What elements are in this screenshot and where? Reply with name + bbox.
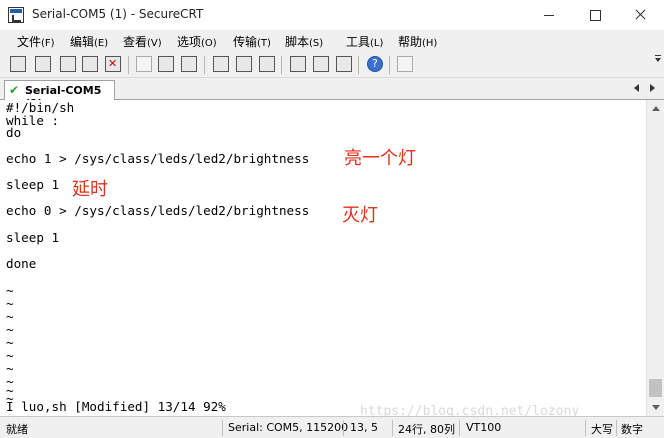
status-cursor-position: 13, 5	[350, 421, 378, 434]
session-tab[interactable]: ✔ Serial-COM5 (1)	[4, 80, 115, 110]
tab-scroll-right-icon[interactable]	[650, 84, 655, 92]
quick-connect-icon[interactable]	[35, 56, 51, 72]
title-bar: Serial-COM5 (1) - SecureCRT	[0, 0, 664, 30]
terminal-area[interactable]: #!/bin/sh while : do echo 1 > /sys/class…	[0, 100, 646, 416]
status-separator	[222, 420, 223, 436]
toolbar-overflow-icon[interactable]	[655, 55, 661, 62]
menu-help-label: 帮助	[398, 35, 423, 49]
menu-tools-label: 工具	[346, 35, 371, 49]
connect-in-tab-icon[interactable]	[60, 56, 76, 72]
terminal-line: echo 1 > /sys/class/leds/led2/brightness	[6, 151, 310, 166]
menu-edit[interactable]: 编辑(E)	[70, 33, 108, 50]
status-separator	[616, 420, 617, 436]
menu-script-label: 脚本	[285, 35, 310, 49]
menu-file[interactable]: 文件(F)	[17, 33, 55, 50]
menu-edit-label: 编辑	[70, 35, 95, 49]
status-separator	[392, 420, 393, 436]
annotation-led-on: 亮一个灯	[344, 148, 416, 169]
menu-tools-accel: (L)	[370, 38, 384, 49]
status-caps: 大写	[591, 423, 613, 436]
session-options-icon[interactable]	[290, 56, 306, 72]
annotation-led-off: 灭灯	[342, 205, 378, 226]
menu-transfer[interactable]: 传输(T)	[233, 33, 271, 50]
menu-edit-accel: (E)	[94, 38, 109, 49]
annotation-delay: 延时	[72, 179, 108, 200]
session-tab-strip: ✔ Serial-COM5 (1)	[0, 78, 664, 110]
toolbar-separator	[389, 56, 390, 74]
menu-options[interactable]: 选项(O)	[177, 33, 217, 50]
print-setup-icon[interactable]	[259, 56, 275, 72]
status-num: 数字	[621, 423, 643, 436]
status-bar: 就绪 Serial: COM5, 115200 13, 5 24行, 80列 V…	[0, 416, 664, 438]
scroll-down-icon[interactable]	[652, 405, 660, 410]
connected-check-icon: ✔	[9, 83, 20, 97]
menu-view[interactable]: 查看(V)	[123, 33, 162, 50]
menu-file-label: 文件	[17, 35, 42, 49]
reconnect-icon[interactable]	[82, 56, 98, 72]
menu-file-accel: (F)	[41, 38, 55, 49]
toolbar-separator	[358, 56, 359, 74]
menu-help[interactable]: 帮助(H)	[398, 33, 437, 50]
maximize-icon[interactable]	[572, 0, 618, 30]
toolbar-separator	[204, 56, 205, 74]
minimize-icon[interactable]	[526, 0, 572, 30]
copy-icon[interactable]	[136, 56, 152, 72]
scrollbar-thumb[interactable]	[649, 379, 662, 397]
close-icon[interactable]	[618, 0, 664, 30]
disconnect-icon[interactable]	[105, 56, 121, 72]
terminal-line: sleep 1	[6, 177, 60, 192]
menu-view-label: 查看	[123, 35, 148, 49]
menu-script-accel: (S)	[309, 38, 324, 49]
script-icon[interactable]	[397, 56, 413, 72]
toolbar	[0, 52, 664, 78]
paste-icon[interactable]	[158, 56, 174, 72]
menu-help-accel: (H)	[422, 38, 438, 49]
global-options-icon[interactable]	[313, 56, 329, 72]
menu-options-label: 选项	[177, 35, 202, 49]
menu-transfer-accel: (T)	[257, 38, 271, 49]
print-icon[interactable]	[213, 56, 229, 72]
vertical-scrollbar[interactable]	[646, 100, 664, 416]
terminal-line: done	[6, 256, 37, 271]
menu-script[interactable]: 脚本(S)	[285, 33, 323, 50]
status-terminal-type: VT100	[466, 421, 502, 434]
key-icon[interactable]	[336, 56, 352, 72]
menu-options-accel: (O)	[201, 38, 217, 49]
status-connection: Serial: COM5, 115200	[228, 421, 349, 434]
scroll-up-icon[interactable]	[652, 106, 660, 111]
menu-view-accel: (V)	[147, 38, 162, 49]
find-icon[interactable]	[181, 56, 197, 72]
window-title: Serial-COM5 (1) - SecureCRT	[32, 7, 204, 21]
terminal-line: sleep 1	[6, 230, 60, 245]
menu-bar: 文件(F) 编辑(E) 查看(V) 选项(O) 传输(T) 脚本(S) 工具(L…	[0, 30, 664, 52]
print-screen-icon[interactable]	[236, 56, 252, 72]
toolbar-separator	[128, 56, 129, 74]
status-separator	[459, 420, 460, 436]
status-terminal-size: 24行, 80列	[398, 423, 455, 436]
status-separator	[343, 420, 344, 436]
connect-icon[interactable]	[10, 56, 26, 72]
menu-tools[interactable]: 工具(L)	[346, 33, 383, 50]
securecrt-app-icon[interactable]	[8, 7, 24, 23]
toolbar-separator	[281, 56, 282, 74]
status-ready: 就绪	[6, 423, 28, 436]
status-separator	[585, 420, 586, 436]
tab-scroll-left-icon[interactable]	[634, 84, 639, 92]
terminal-line: echo 0 > /sys/class/leds/led2/brightness	[6, 203, 310, 218]
terminal-line: do	[6, 125, 22, 140]
help-icon[interactable]	[367, 56, 383, 72]
menu-transfer-label: 传输	[233, 35, 258, 49]
vi-status-line: I luo,sh [Modified] 13/14 92%	[6, 399, 226, 414]
